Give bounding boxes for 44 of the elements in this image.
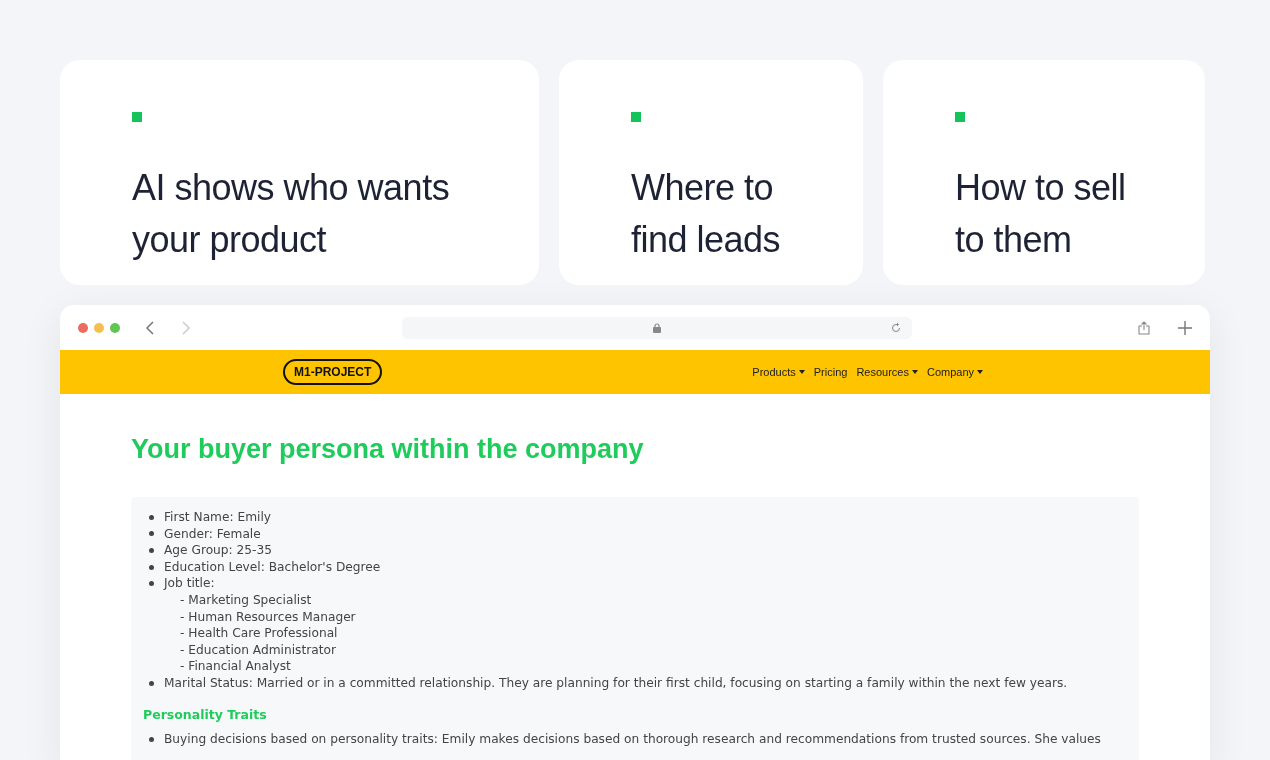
maximize-icon[interactable]	[110, 322, 120, 333]
page-heading: Your buyer persona within the company	[131, 434, 645, 465]
nav-link[interactable]: Resources	[856, 366, 918, 378]
bullet-icon	[149, 514, 154, 520]
list-item-text: Age Group: 25-35	[164, 542, 272, 559]
caret-icon	[798, 370, 805, 374]
square-icon	[955, 112, 965, 122]
nav-link[interactable]: Pricing	[813, 366, 848, 378]
lock-icon	[653, 322, 661, 333]
feature-title: AI shows who wants your product	[132, 166, 451, 262]
list-item-text: Gender: Female	[164, 525, 261, 543]
caret-icon	[911, 370, 918, 374]
square-icon	[631, 112, 641, 122]
bullet-icon	[149, 581, 154, 587]
job-title-text: - Financial Analyst	[179, 658, 292, 675]
feature-title: Where to find leads	[631, 166, 782, 262]
list-item-text: Education Level: Bachelor's Degree	[164, 558, 381, 576]
back-icon[interactable]	[144, 320, 156, 335]
list-item-text: Marital Status: Married or in a committed relationship. They are planning for their first child, focusing on starting a family within the next few years.	[164, 674, 1068, 692]
bullet-icon	[149, 736, 154, 742]
job-title-text: - Education Administrator	[179, 641, 337, 659]
caret-icon	[977, 370, 984, 374]
minimize-icon[interactable]	[94, 322, 104, 333]
job-title-text: - Human Resources Manager	[179, 608, 357, 626]
feature-title: How to sell to them	[955, 166, 1127, 262]
nav-link[interactable]: Company	[926, 366, 984, 378]
bullet-icon	[149, 680, 154, 686]
list-item-text: Buying decisions based on personality traits: Emily makes decisions based on thorough research and recommendations from trusted sources. She values	[164, 731, 1101, 748]
bullet-icon	[149, 548, 154, 553]
site-logo[interactable]: M1-PROJECT	[283, 359, 383, 385]
list-item-text: Job title:	[164, 575, 215, 592]
section-heading: Personality Traits	[143, 706, 268, 724]
bullet-icon	[149, 531, 154, 537]
close-icon[interactable]	[78, 322, 88, 333]
forward-icon[interactable]	[180, 320, 192, 335]
job-title-text: - Marketing Specialist	[179, 591, 313, 609]
share-icon[interactable]	[1138, 320, 1150, 335]
job-title-text: - Health Care Professional	[179, 625, 339, 642]
reload-icon[interactable]	[890, 321, 902, 334]
square-icon	[132, 112, 142, 122]
plus-icon[interactable]	[1178, 320, 1192, 335]
nav-link[interactable]: Products	[752, 366, 805, 378]
list-item-text: First Name: Emily	[164, 509, 271, 526]
bullet-icon	[149, 564, 154, 570]
